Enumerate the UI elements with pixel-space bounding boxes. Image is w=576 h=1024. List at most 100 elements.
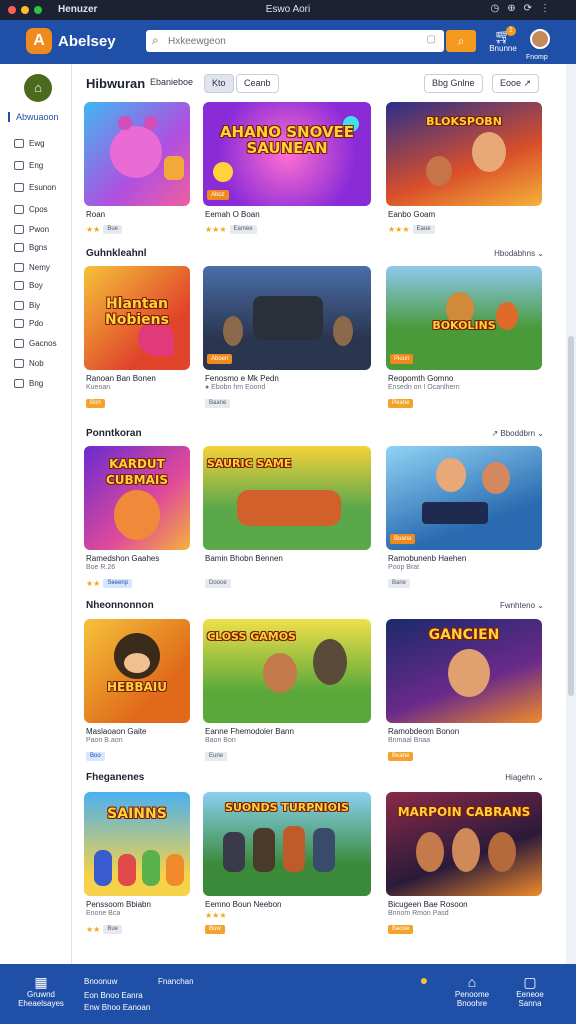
genre-pill[interactable]: Baooe [388,924,414,934]
sidebar-item-1[interactable]: Eng [14,158,43,172]
game-card[interactable]: MARPOIN CABRANS Bicugeen Bae Rosoon Bnno… [386,792,542,934]
game-title[interactable]: Eemah O Boan [205,210,260,219]
game-thumbnail[interactable]: KARDUT CUBMAIS [84,446,190,550]
game-card[interactable]: BLOKSPOBN Eanbo Goam ★★★ Eaue [386,102,542,240]
filter-chip-1[interactable]: Kto [204,74,234,93]
game-card[interactable]: Aboen Fenosmo e Mk Pedn ● Ebobn hm Eoond… [203,266,371,408]
genre-pill[interactable]: Bue [103,224,123,234]
genre-pill[interactable]: Beane [388,751,414,761]
sort-chip[interactable]: Bbg Gnlne [424,74,483,93]
game-thumbnail[interactable]: SAURIC SAME [203,446,371,550]
sidebar-item-4[interactable]: Pwon [14,222,49,236]
game-thumbnail[interactable]: BOKOLINS Pioun [386,266,542,370]
game-title[interactable]: Eanbo Goam [388,210,435,219]
game-thumbnail[interactable] [84,102,190,206]
footer-link[interactable]: Bnoonuw [84,976,117,988]
genre-pill[interactable]: Boo [86,751,105,761]
sidebar-title[interactable]: Abwuaoon [8,112,72,122]
view-chip[interactable]: Eooe ↗ [492,74,540,93]
game-title[interactable]: Bamin Bhobn Bennen [205,554,283,563]
game-thumbnail[interactable]: Boana [386,446,542,550]
game-thumbnail[interactable]: Hlantan Nobiens [84,266,190,370]
genre-pill[interactable]: Bue [103,924,123,934]
wifi-icon[interactable]: ⊕ [507,3,515,14]
footer-link[interactable]: Fnanchan [158,976,194,988]
game-card[interactable]: SAURIC SAME Bamin Bhobn Bennen Doooe [203,446,371,588]
game-title[interactable]: Ramobdeom Bonon [388,727,459,736]
search-input[interactable] [168,33,418,49]
sidebar-item-5[interactable]: Bgns [14,240,47,254]
sidebar-item-11[interactable]: Nob [14,356,44,370]
footer-nav-library[interactable]: ▢ Eeneoe Sanna [506,974,554,1008]
section-more-link[interactable]: ↗ Bboddbrn ⌄ [491,429,544,438]
game-card[interactable]: BOKOLINS Pioun Reopomth Gomno Ensedn on … [386,266,542,408]
sidebar-item-0[interactable]: Ewg [14,136,45,150]
game-title[interactable]: Maslaoaon Gaite [86,727,146,736]
sidebar-item-7[interactable]: Boy [14,278,43,292]
game-title[interactable]: Penssoom Bbiabn [86,900,151,909]
genre-pill[interactable]: Buw [205,924,225,934]
genre-pill[interactable]: Doooe [205,578,231,588]
game-card[interactable]: GANCIEN Ramobdeom Bonon Bnmaal Bnaa Bean… [386,619,542,761]
genre-pill[interactable]: Bane [388,578,411,588]
sidebar-home-icon[interactable]: ⌂ [24,74,52,102]
game-thumbnail[interactable]: GANCIEN [386,619,542,723]
section-more-link[interactable]: Fwnhteno ⌄ [500,601,544,610]
sidebar-item-12[interactable]: Bng [14,376,43,390]
game-title[interactable]: Eanne Fhemodoler Bann [205,727,294,736]
sync-icon[interactable]: ⟳ [524,3,532,14]
search-button[interactable]: ⌕ [446,30,476,52]
filter-chip-0[interactable]: Ebanieboe [146,74,198,93]
sidebar-item-9[interactable]: Pdo [14,316,43,330]
genre-pill[interactable]: Eune [205,751,228,761]
notifications-button[interactable]: 🛒︎ 1 Bnunne [482,26,524,53]
game-thumbnail[interactable]: BLOKSPOBN [386,102,542,206]
game-title[interactable]: Ranoan Ban Bonen [86,374,156,383]
game-card[interactable]: AHANO SNOVEE SAUNEAN Aboz Eemah O Boan ★… [203,102,371,240]
game-title[interactable]: Eemno Boun Neebon [205,900,282,909]
brand-name[interactable]: Abelsey [58,33,116,50]
footer-nav-store[interactable]: ⌂ Penoome Bnoohre [446,974,498,1008]
game-thumbnail[interactable]: AHANO SNOVEE SAUNEAN Aboz [203,102,371,206]
clear-icon[interactable]: ▢ [427,34,436,45]
game-card[interactable]: Roan ★★ Bue [84,102,190,240]
sidebar-item-8[interactable]: Biy [14,298,40,312]
section-more-link[interactable]: Hiagehn ⌄ [505,773,544,782]
game-card[interactable]: HEBBAIU Maslaoaon Gaite Paon B.aon Boo [84,619,190,761]
game-title[interactable]: Bicugeen Bae Rosoon [388,900,468,909]
brand-logo[interactable]: A [26,28,52,54]
genre-pill[interactable]: Eaue [412,224,435,234]
sidebar-item-6[interactable]: Nemy [14,260,50,274]
sidebar-item-10[interactable]: Gacnos [14,336,57,350]
footer-coin[interactable]: ● [412,972,436,988]
genre-pill[interactable]: Bon [86,398,105,408]
game-title[interactable]: Fenosmo e Mk Pedn [205,374,279,383]
genre-pill[interactable]: Baane [205,398,231,408]
game-card[interactable]: KARDUT CUBMAIS Ramedshon Gaahes Boe R.26… [84,446,190,588]
game-thumbnail[interactable]: HEBBAIU [84,619,190,723]
filter-chip-2[interactable]: Ceanb [236,74,279,93]
game-card[interactable]: CLOSS GAMOS Eanne Fhemodoler Bann Baon B… [203,619,371,761]
game-card[interactable]: SUONDS TURPNIOIS Eemno Boun Neebon ★★★ B… [203,792,371,934]
genre-pill[interactable]: Peane [388,398,414,408]
game-thumbnail[interactable]: CLOSS GAMOS [203,619,371,723]
clock-icon[interactable]: ◷ [490,3,499,14]
footer-nav-home[interactable]: ▦ Gruwnd Eheaelsayes [18,974,64,1008]
game-card[interactable]: Boana Ramobunenb Haehen Poop Brat Bane [386,446,542,588]
game-thumbnail[interactable]: Aboen [203,266,371,370]
game-thumbnail[interactable]: SUONDS TURPNIOIS [203,792,371,896]
game-title[interactable]: Roan [86,210,105,219]
genre-pill[interactable]: Seeenp [103,578,133,588]
scrollbar[interactable] [566,64,576,964]
genre-pill[interactable]: Eamee [229,224,257,234]
search-bar[interactable]: ⌕ ▢ [146,30,444,52]
section-more-link[interactable]: Hbodabhns ⌄ [494,249,544,258]
user-avatar[interactable] [530,29,550,49]
sidebar-item-3[interactable]: Cpos [14,202,48,216]
sidebar-item-2[interactable]: Esunon [14,180,56,194]
game-thumbnail[interactable]: SAINNS [84,792,190,896]
game-title[interactable]: Ramobunenb Haehen [388,554,466,563]
game-title[interactable]: Reopomth Gomno [388,374,453,383]
game-card[interactable]: SAINNS Penssoom Bbiabn Enone Bca ★★ Bue [84,792,190,934]
game-title[interactable]: Ramedshon Gaahes [86,554,159,563]
